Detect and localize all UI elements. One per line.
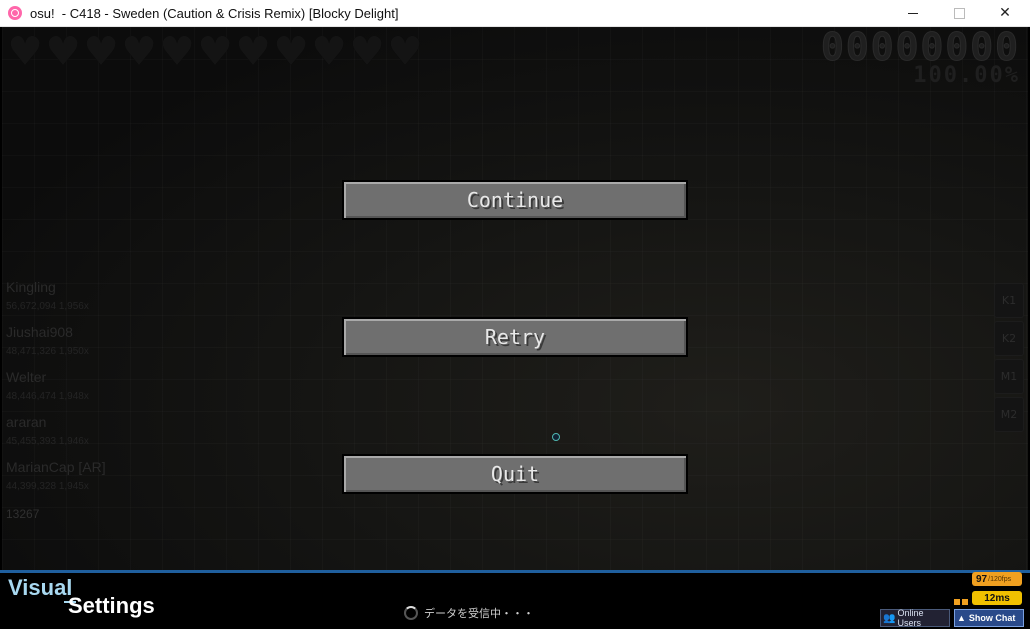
heart-icon: ♥ [7,29,43,75]
spinner-icon [404,606,418,620]
heart-icon: ♥ [159,29,195,75]
leaderboard-score: 48,446,474 1,948x [6,391,89,402]
fps-cap: /120fps [988,575,1012,583]
window-titlebar[interactable]: osu! - C418 - Sweden (Caution & Crisis R… [0,0,1030,27]
bottom-bar: Visual Settings データを受信中・・・ 97 /120fps 12… [0,572,1030,629]
key-overlay: K1 K2 M1 M2 [994,283,1024,432]
maximize-icon [953,7,965,19]
online-users-button[interactable]: 👥 Online Users [880,608,950,628]
leaderboard-score: 56,672,094 1,956x [6,301,89,312]
maximize-button[interactable] [936,0,982,26]
leaderboard-name: Jiushai908 [6,324,73,340]
leaderboard-entry: Kingling 56,672,094 1,956x [6,279,146,324]
heart-icon: ♥ [197,29,233,75]
quit-button[interactable]: Quit [342,454,688,494]
heart-icon: ♥ [83,29,119,75]
users-icon: 👥 [883,612,896,624]
leaderboard-score: 48,471,326 1,950x [6,346,89,357]
heart-icon: ♥ [273,29,309,75]
close-button[interactable]: ✕ [982,0,1028,26]
key-k2: K2 [994,321,1024,356]
settings-title[interactable]: Settings [68,593,155,619]
accuracy-display: 100.00% [913,63,1020,88]
cursor-icon [552,433,560,441]
fps-counter: 97 /120fps [972,572,1022,586]
leaderboard-entry: Welter 48,446,474 1,948x [6,369,146,414]
heart-icon: ♥ [45,29,81,75]
loading-text: データを受信中・・・ [424,607,534,620]
online-users-label: Online Users [897,608,924,628]
leaderboard-score: 44,399,328 1,945x [6,481,89,492]
retry-button[interactable]: Retry [342,317,688,357]
minimize-icon [908,12,918,14]
heart-icon: ♥ [235,29,271,75]
leaderboard: Kingling 56,672,094 1,956x Jiushai908 48… [6,279,146,504]
health-hearts: ♥ ♥ ♥ ♥ ♥ ♥ ♥ ♥ ♥ ♥ ♥ [6,29,424,75]
loading-indicator: データを受信中・・・ [404,605,534,621]
key-m1: M1 [994,359,1024,394]
close-icon: ✕ [999,5,1011,21]
heart-icon: ♥ [349,29,385,75]
fps-value: 97 [976,573,988,585]
status-dot [954,599,960,605]
show-chat-button[interactable]: ▲ Show Chat [954,609,1024,627]
heart-icon: ♥ [387,29,423,75]
leaderboard-entry: Jiushai908 48,471,326 1,950x [6,324,146,369]
osu-app-icon [8,6,22,20]
visual-settings-title[interactable]: Visual [8,575,72,601]
key-m2: M2 [994,397,1024,432]
minimize-button[interactable] [890,0,936,26]
leaderboard-name: Welter [6,369,47,385]
window-title: osu! - C418 - Sweden (Caution & Crisis R… [30,5,399,21]
leaderboard-name: Kingling [6,279,56,295]
game-canvas[interactable]: ♥ ♥ ♥ ♥ ♥ ♥ ♥ ♥ ♥ ♥ ♥ 00000000 100.00% K… [2,27,1028,570]
key-k1: K1 [994,283,1024,318]
heart-icon: ♥ [121,29,157,75]
leaderboard-entry: araran 45,455,393 1,946x [6,414,146,459]
status-dot [962,599,968,605]
latency-counter: 12ms [972,591,1022,605]
continue-button[interactable]: Continue [342,180,688,220]
leaderboard-entry: MarianCap [AR] 44,399,328 1,945x [6,459,146,504]
leaderboard-player-count: 13267 [6,507,40,521]
leaderboard-name: MarianCap [AR] [6,459,106,475]
leaderboard-name: araran [6,414,47,430]
status-dots [954,599,968,605]
leaderboard-score: 45,455,393 1,946x [6,436,89,447]
chevron-up-icon: ▲ [957,613,966,623]
show-chat-label: Show Chat [968,613,1016,623]
heart-icon: ♥ [311,29,347,75]
